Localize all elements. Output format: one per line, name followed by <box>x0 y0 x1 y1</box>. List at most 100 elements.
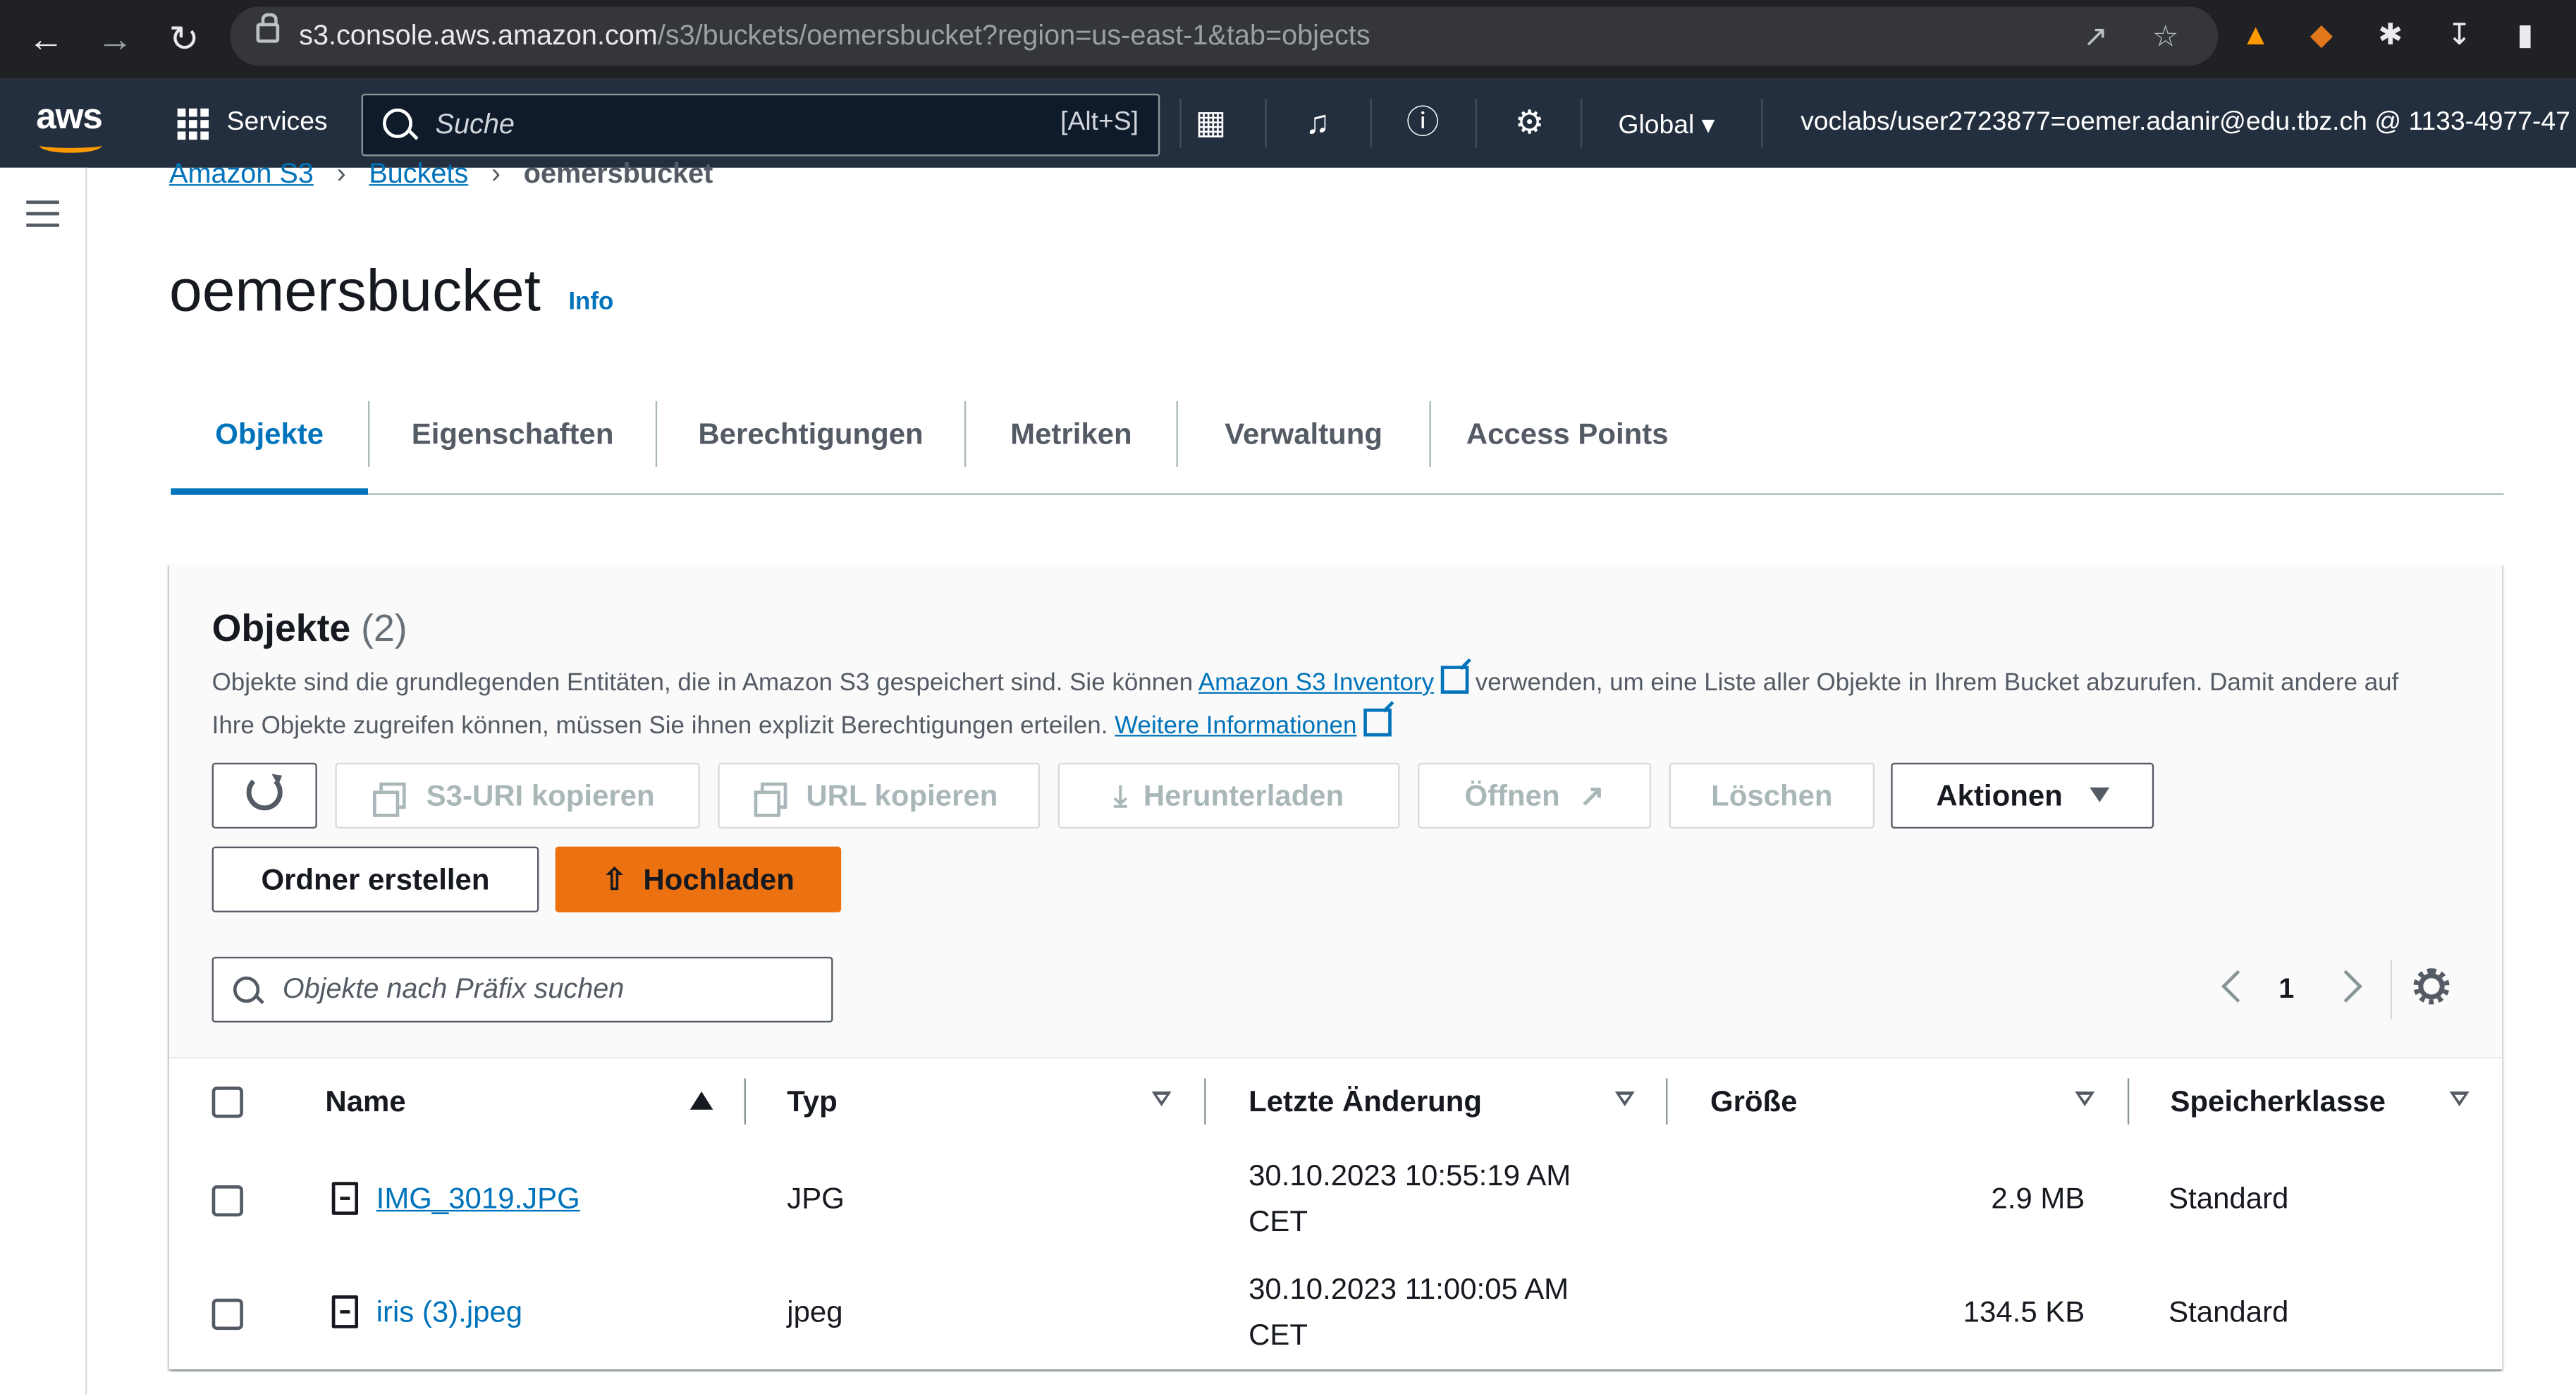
tab-management[interactable]: Verwaltung <box>1178 401 1430 494</box>
objects-heading: Objekte (2) <box>211 606 407 649</box>
search-input[interactable]: Suche [Alt+S] <box>361 93 1160 157</box>
tab-permissions[interactable]: Berechtigungen <box>657 401 964 494</box>
column-storage-class[interactable]: Speicherklasse <box>2170 1085 2386 1120</box>
region-selector[interactable]: Global ▾ <box>1618 109 1715 142</box>
services-menu[interactable]: Services <box>227 109 328 138</box>
search-icon <box>382 108 412 138</box>
object-last-modified: 30.10.2023 10:55:19 AM CET <box>1249 1158 1571 1238</box>
breadcrumb: Amazon S3 › Buckets › oemersbucket <box>169 157 713 190</box>
object-size: 134.5 KB <box>1963 1295 2085 1328</box>
next-page-icon[interactable] <box>2329 970 2362 1003</box>
objects-description: Objekte sind die grundlegenden Entitäten… <box>212 663 2414 748</box>
account-menu[interactable]: voclabs/user2723877=oemer.adanir@edu.tbz… <box>1801 109 2570 138</box>
actions-dropdown[interactable]: Aktionen <box>1891 762 2154 829</box>
objects-count: (2) <box>361 606 407 649</box>
sort-icon[interactable] <box>1614 1092 1635 1107</box>
prefix-filter-input[interactable]: Objekte nach Präfix suchen <box>211 956 833 1023</box>
object-size: 2.9 MB <box>1991 1182 2085 1215</box>
upload-icon: ⇧ <box>601 862 627 896</box>
bell-icon[interactable]: ♫ <box>1296 102 1339 145</box>
upload-button[interactable]: ⇧ Hochladen <box>555 846 842 912</box>
file-icon <box>331 1182 359 1215</box>
lock-icon <box>256 13 280 43</box>
column-last-modified[interactable]: Letzte Änderung <box>1249 1085 1482 1120</box>
url-text: s3.console.aws.amazon.com/s3/buckets/oem… <box>299 19 1370 51</box>
inventory-link[interactable]: Amazon S3 Inventory <box>1198 669 1434 697</box>
table-header: Name Typ Letzte Änderung Größe Speicherk… <box>169 1057 2503 1146</box>
object-storage-class: Standard <box>2169 1295 2289 1328</box>
back-arrow-icon[interactable]: ← <box>23 16 69 62</box>
object-last-modified: 30.10.2023 11:00:05 AM CET <box>1249 1272 1569 1352</box>
delete-button[interactable]: Löschen <box>1669 762 1875 829</box>
search-icon <box>233 976 260 1003</box>
caret-down-icon <box>2089 787 2109 802</box>
info-link[interactable]: Info <box>568 288 613 316</box>
table-preferences-gear-icon[interactable] <box>2413 968 2450 1005</box>
aws-logo[interactable]: aws <box>36 95 103 138</box>
previous-page-icon[interactable] <box>2221 970 2255 1003</box>
share-icon[interactable]: ↗ <box>2083 20 2108 54</box>
download-button[interactable]: ⤓ Herunterladen <box>1057 762 1400 829</box>
forward-arrow-icon[interactable]: → <box>92 16 138 62</box>
column-size[interactable]: Größe <box>1710 1085 1798 1120</box>
services-grid-icon[interactable] <box>177 108 211 142</box>
external-link-icon <box>1440 666 1469 694</box>
object-name-link[interactable]: IMG_3019.JPG <box>376 1182 580 1216</box>
reload-icon[interactable]: ↻ <box>161 16 207 62</box>
objects-panel: Objekte (2) Objekte sind die grundlegend… <box>169 563 2503 1370</box>
column-type[interactable]: Typ <box>787 1085 837 1120</box>
search-placeholder: Suche <box>435 108 515 140</box>
breadcrumb-current: oemersbucket <box>523 157 713 190</box>
row-checkbox[interactable] <box>211 1185 243 1217</box>
refresh-button[interactable] <box>211 762 317 829</box>
create-folder-button[interactable]: Ordner erstellen <box>211 846 539 912</box>
page-title: oemersbucket <box>169 256 541 324</box>
address-bar[interactable]: s3.console.aws.amazon.com/s3/buckets/oem… <box>230 6 2219 66</box>
sort-icon[interactable] <box>1151 1092 1172 1107</box>
sort-ascending-icon[interactable] <box>689 1092 713 1110</box>
select-all-checkbox[interactable] <box>211 1087 243 1118</box>
sort-icon[interactable] <box>2075 1092 2095 1107</box>
tab-bar: Objekte Eigenschaften Berechtigungen Met… <box>171 401 2504 495</box>
tab-properties[interactable]: Eigenschaften <box>369 401 655 494</box>
object-type: jpeg <box>787 1295 843 1328</box>
more-info-link[interactable]: Weitere Informationen <box>1115 711 1356 740</box>
menu-hamburger-icon[interactable] <box>26 200 59 235</box>
tab-metrics[interactable]: Metriken <box>966 401 1176 494</box>
aws-logo-smile <box>39 138 102 153</box>
row-checkbox[interactable] <box>211 1298 243 1331</box>
prefix-filter-placeholder: Objekte nach Präfix suchen <box>282 973 625 1005</box>
settings-gear-icon[interactable]: ⚙ <box>1508 102 1551 145</box>
copy-icon <box>753 782 787 817</box>
help-icon[interactable]: ⓘ <box>1402 102 1445 145</box>
objects-panel-header: Objekte (2) Objekte sind die grundlegend… <box>169 563 2503 1058</box>
sidepanel-icon[interactable]: ▮ <box>2507 16 2543 52</box>
extension-icon[interactable]: ▲ <box>2238 16 2274 52</box>
search-shortcut: [Alt+S] <box>1060 108 1139 137</box>
open-button[interactable]: Öffnen ↗ <box>1418 762 1652 829</box>
external-link-icon: ↗ <box>1579 779 1605 812</box>
external-link-icon <box>1363 708 1392 737</box>
star-icon[interactable]: ☆ <box>2152 20 2179 54</box>
table-row[interactable]: IMG_3019.JPG JPG 30.10.2023 10:55:19 AM C… <box>169 1142 2503 1258</box>
download-icon: ⤓ <box>1114 779 1127 812</box>
breadcrumb-buckets[interactable]: Buckets <box>369 158 468 189</box>
table-row[interactable]: iris (3).jpeg jpeg 30.10.2023 11:00:05 A… <box>169 1256 2503 1370</box>
copy-s3-uri-button[interactable]: S3-URI kopieren <box>335 762 700 829</box>
copy-url-button[interactable]: URL kopieren <box>718 762 1041 829</box>
column-name[interactable]: Name <box>325 1085 405 1120</box>
puzzle-icon[interactable]: ✱ <box>2372 16 2408 52</box>
object-type: JPG <box>787 1182 845 1215</box>
object-name-link[interactable]: iris (3).jpeg <box>376 1295 522 1330</box>
breadcrumb-amazon-s3[interactable]: Amazon S3 <box>169 158 314 189</box>
current-page[interactable]: 1 <box>2278 973 2294 1006</box>
tab-access-points[interactable]: Access Points <box>1431 401 1704 494</box>
cloudshell-icon[interactable]: ▦ <box>1189 102 1232 145</box>
fox-extension-icon[interactable]: ◆ <box>2303 16 2339 52</box>
tab-objects[interactable]: Objekte <box>171 401 369 495</box>
download-icon[interactable]: ↧ <box>2441 16 2477 52</box>
side-navigation-rail <box>0 167 87 1394</box>
object-storage-class: Standard <box>2169 1182 2289 1215</box>
browser-toolbar: ← → ↻ s3.console.aws.amazon.com/s3/bucke… <box>0 0 2576 79</box>
sort-icon[interactable] <box>2449 1092 2470 1107</box>
